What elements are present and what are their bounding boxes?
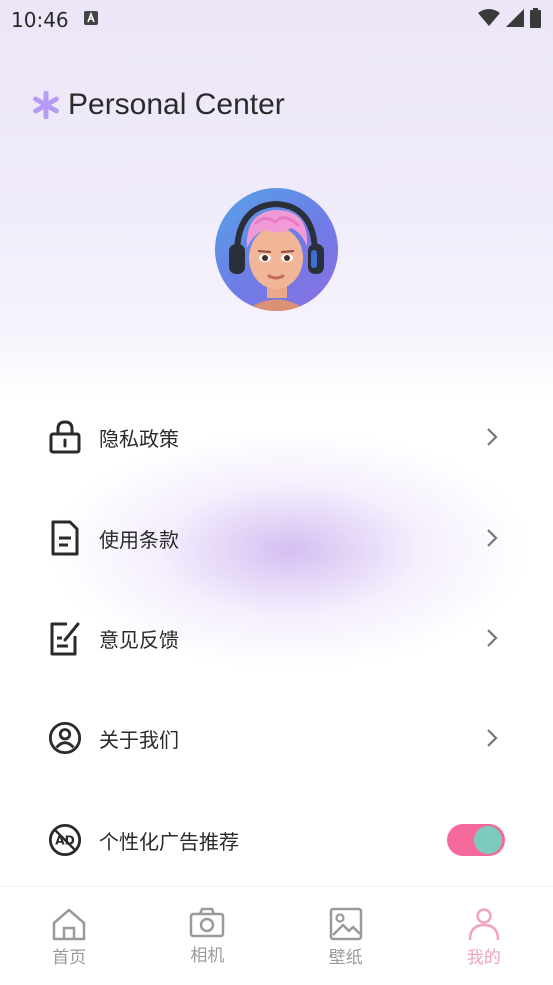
menu-item-privacy-policy[interactable]: 隐私政策 [48,417,503,457]
tab-label: 我的 [466,948,501,968]
wifi-icon [478,9,500,26]
avatar[interactable] [215,188,338,311]
status-bar: 10:46 [0,0,553,38]
tab-label: 相机 [190,946,225,966]
lock-icon [48,420,82,454]
bottom-tab-bar: 首页 相机 壁纸 我的 [0,886,553,985]
personalized-ads-toggle[interactable] [447,824,505,856]
feedback-icon [48,621,82,656]
tab-wallpaper[interactable]: 壁纸 [277,887,415,985]
document-icon [48,520,82,556]
chevron-right-icon [487,428,498,446]
page-header: Personal Center [32,88,285,122]
battery-icon [530,8,541,28]
menu-item-label: 隐私政策 [99,426,179,451]
chevron-right-icon [487,629,498,647]
menu-item-label: 意见反馈 [99,627,179,652]
tab-camera[interactable]: 相机 [138,887,276,985]
menu-item-feedback[interactable]: 意见反馈 [48,618,503,658]
menu-item-about-us[interactable]: 关于我们 [48,718,503,758]
camera-icon [190,907,225,938]
chevron-right-icon [487,529,498,547]
tab-mine[interactable]: 我的 [415,887,553,985]
toggle-knob [474,826,502,854]
ad-icon: AD [48,823,82,857]
status-time: 10:46 [11,8,69,32]
page-title: Personal Center [68,88,285,121]
cellular-signal-icon [506,9,524,27]
chevron-right-icon [487,729,498,747]
asterisk-icon [33,91,59,119]
avatar-illustration [229,200,324,311]
tab-label: 首页 [52,948,87,968]
image-icon [329,907,362,941]
menu-item-label: 关于我们 [99,727,179,752]
notification-a-icon [84,11,98,25]
tab-label: 壁纸 [328,948,363,968]
status-icons [478,8,541,28]
user-circle-icon [48,721,82,755]
person-icon [468,908,500,941]
tab-home[interactable]: 首页 [0,887,138,985]
home-icon [52,908,86,941]
menu-item-label: 个性化广告推荐 [99,829,239,854]
menu-item-personalized-ads: AD 个性化广告推荐 [48,820,505,860]
menu-item-label: 使用条款 [99,527,179,552]
menu-item-terms-of-use[interactable]: 使用条款 [48,518,503,558]
